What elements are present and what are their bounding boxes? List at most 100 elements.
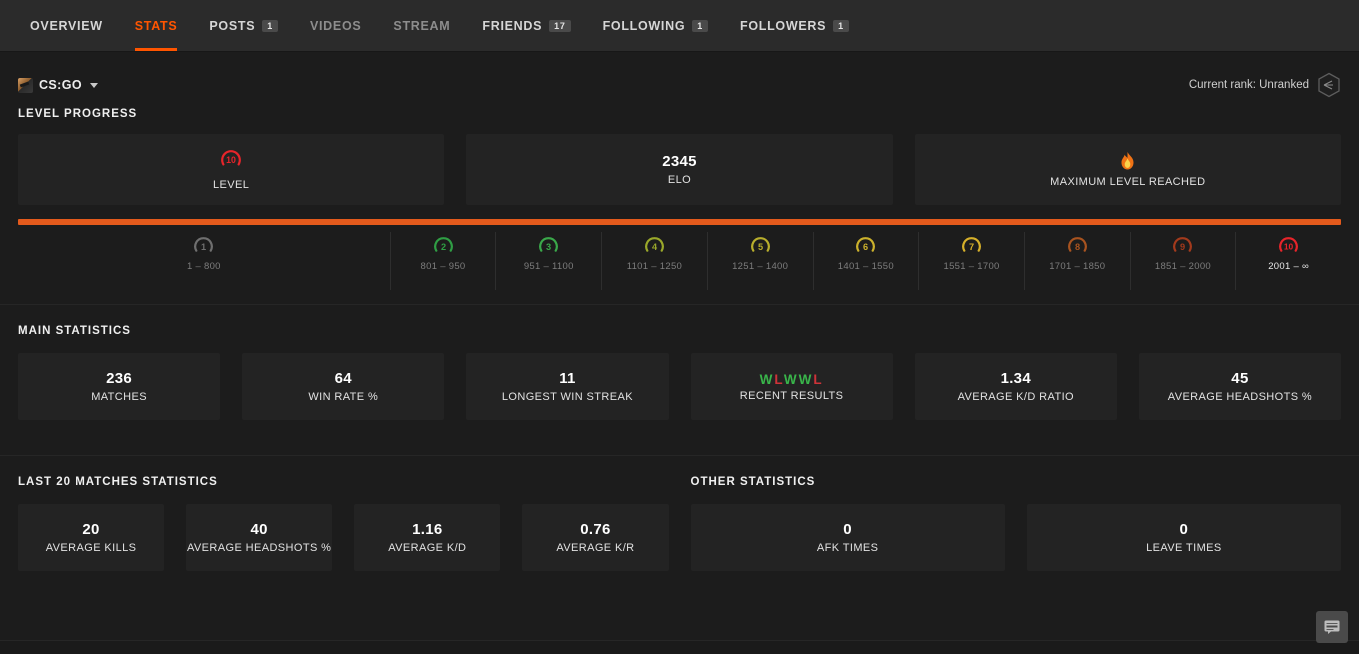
- svg-text:4: 4: [652, 242, 658, 252]
- svg-text:9: 9: [1180, 242, 1185, 252]
- flame-icon: [1121, 151, 1134, 173]
- tab-label: POSTS: [209, 18, 256, 33]
- level-progress-fill: [18, 219, 1341, 225]
- level-7-icon: 7: [961, 236, 982, 257]
- level-4-range: 1101 – 1250: [626, 261, 683, 272]
- csgo-icon: [18, 77, 33, 93]
- result-loss: L: [774, 371, 784, 387]
- game-bar: CS:GO Current rank: Unranked: [0, 68, 1359, 102]
- level-progress-card-2: MAXIMUM LEVEL REACHED: [914, 134, 1341, 205]
- main-stat-card-1-label: WIN RATE %: [308, 391, 379, 404]
- tab-label: FOLLOWING: [602, 18, 686, 33]
- other-card-0-label: AFK TIMES: [816, 542, 879, 555]
- level-progress-card-0: 10 LEVEL: [18, 134, 445, 205]
- level-scale: 1 1 – 800 2 801 – 950 3 951 – 1100 4 1101 – 125…: [0, 232, 1359, 290]
- main-stat-card-5-label: AVERAGE HEADSHOTS %: [1167, 391, 1313, 404]
- level-marker-4: 4 1101 – 1250: [601, 232, 707, 290]
- level-2-range: 801 – 950: [420, 261, 466, 272]
- tab-videos[interactable]: VIDEOS: [294, 0, 377, 51]
- main-stat-card-5-value: 45: [1231, 369, 1249, 387]
- level-8-range: 1701 – 1850: [1049, 261, 1106, 272]
- main-stat-card-1-value: 64: [334, 369, 352, 387]
- level-progress-section: LEVEL PROGRESS 10 LEVEL 2345 ELO MAXIMUM LEV…: [0, 108, 1359, 205]
- tab-followers[interactable]: FOLLOWERS 1: [724, 0, 865, 51]
- tab-label: OVERVIEW: [30, 18, 103, 33]
- tab-label: STREAM: [393, 18, 451, 33]
- rank-hex-icon: [1317, 72, 1341, 98]
- svg-text:10: 10: [226, 155, 236, 165]
- recent-results-value: WLWWL: [760, 372, 824, 387]
- tab-posts[interactable]: POSTS 1: [193, 0, 294, 51]
- last20-card-0: 20 AVERAGE KILLS: [18, 504, 165, 571]
- level-4-icon: 4: [644, 236, 665, 257]
- level-marker-3: 3 951 – 1100: [495, 232, 601, 290]
- level-5-icon: 5: [750, 236, 771, 257]
- result-win: W: [783, 371, 799, 387]
- level-10-icon: 10: [1278, 236, 1299, 257]
- svg-text:5: 5: [758, 242, 763, 252]
- last20-card-3-label: AVERAGE K/R: [556, 542, 635, 555]
- chat-icon[interactable]: [1316, 611, 1348, 643]
- last20-section: LAST 20 MATCHES STATISTICS 20 AVERAGE KIL…: [18, 476, 680, 571]
- svg-text:8: 8: [1075, 242, 1080, 252]
- last20-card-0-label: AVERAGE KILLS: [45, 542, 137, 555]
- main-stat-card-2: 11 LONGEST WIN STREAK: [466, 353, 669, 420]
- last20-card-0-value: 20: [82, 520, 100, 538]
- tab-friends[interactable]: FRIENDS 17: [466, 0, 586, 51]
- tab-label: VIDEOS: [309, 18, 362, 33]
- current-rank: Current rank: Unranked: [1189, 72, 1341, 98]
- svg-text:6: 6: [863, 242, 868, 252]
- level-1-icon: 1: [193, 236, 214, 257]
- main-nav: OVERVIEW STATS POSTS 1 VIDEOS STREAM FRIENDS 17…: [0, 0, 1359, 52]
- other-card-1-label: LEAVE TIMES: [1146, 542, 1222, 555]
- chevron-down-icon: [89, 82, 98, 88]
- other-statistics-section: OTHER STATISTICS 0 AFK TIMES 0 LEAVE TIMES: [680, 476, 1341, 571]
- main-statistics-cards: 236 MATCHES 64 WIN RATE % 11 LONGEST WIN STRE…: [18, 353, 1342, 420]
- main-stat-card-1: 64 WIN RATE %: [242, 353, 445, 420]
- level-marker-10: 10 2001 – ∞: [1235, 232, 1341, 290]
- main-statistics-section: MAIN STATISTICS 236 MATCHES 64 WIN RATE % 11…: [0, 305, 1359, 420]
- tab-stream[interactable]: STREAM: [377, 0, 466, 51]
- main-stat-card-5: 45 AVERAGE HEADSHOTS %: [1138, 353, 1342, 420]
- tab-label: FRIENDS: [482, 18, 543, 33]
- level-marker-6: 6 1401 – 1550: [812, 232, 919, 290]
- other-card-1: 0 LEAVE TIMES: [1026, 504, 1341, 571]
- last20-card-3-value: 0.76: [580, 520, 611, 538]
- tab-badge: 1: [262, 19, 278, 32]
- game-selector[interactable]: CS:GO: [18, 77, 98, 93]
- last20-card-2-label: AVERAGE K/D: [388, 542, 467, 555]
- other-statistics-heading: OTHER STATISTICS: [690, 476, 816, 488]
- main-stat-card-4-value: 1.34: [1000, 369, 1031, 387]
- svg-text:10: 10: [1284, 242, 1294, 252]
- result-win: W: [798, 371, 814, 387]
- tab-overview[interactable]: OVERVIEW: [14, 0, 119, 51]
- level-progress-card-1: 2345 ELO: [466, 134, 893, 205]
- level-9-icon: 9: [1172, 236, 1193, 257]
- main-statistics-heading: MAIN STATISTICS: [18, 325, 131, 337]
- game-selector-label: CS:GO: [39, 78, 82, 92]
- level-10-range: 2001 – ∞: [1268, 261, 1310, 272]
- level-9-range: 1851 – 2000: [1154, 261, 1212, 272]
- other-statistics-cards: 0 AFK TIMES 0 LEAVE TIMES: [690, 504, 1341, 571]
- level-progress-card-1-value: 2345: [662, 152, 697, 170]
- main-stat-card-0: 236 MATCHES: [18, 353, 221, 420]
- level-progress-card-0-label: LEVEL: [213, 178, 250, 191]
- level-1-range: 1 – 800: [186, 261, 221, 272]
- level-7-range: 1551 – 1700: [943, 261, 1000, 272]
- level-badge-icon: 10: [220, 149, 242, 176]
- current-rank-label: Current rank: Unranked: [1188, 79, 1309, 91]
- tab-following[interactable]: FOLLOWING 1: [587, 0, 724, 51]
- svg-text:2: 2: [440, 242, 445, 252]
- level-3-range: 951 – 1100: [523, 261, 574, 272]
- last20-card-1-label: AVERAGE HEADSHOTS %: [187, 542, 332, 555]
- tab-badge: 1: [692, 19, 708, 32]
- tab-label: STATS: [134, 18, 178, 33]
- level-marker-2: 2 801 – 950: [389, 232, 496, 290]
- level-progress-bar: [18, 219, 1341, 225]
- level-6-icon: 6: [855, 236, 876, 257]
- main-stat-card-0-label: MATCHES: [91, 391, 147, 404]
- level-progress-heading: LEVEL PROGRESS: [18, 108, 138, 120]
- tab-label: FOLLOWERS: [739, 18, 827, 33]
- tab-stats[interactable]: STATS: [119, 0, 194, 51]
- level-marker-1: 1 1 – 800: [18, 232, 390, 290]
